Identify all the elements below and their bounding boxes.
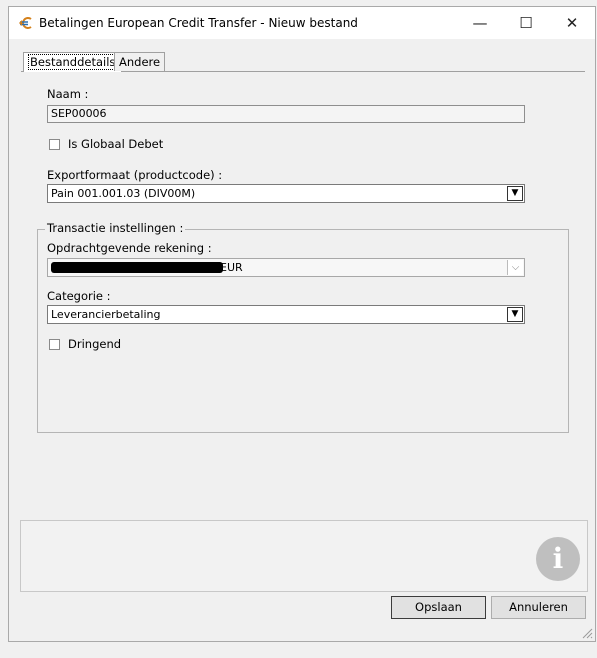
tab-bestanddetails[interactable]: Bestanddetails bbox=[23, 52, 123, 72]
global-debit-label: Is Globaal Debet bbox=[68, 137, 164, 151]
transaction-settings-title: Transactie instellingen : bbox=[45, 221, 186, 235]
minimize-button[interactable]: — bbox=[457, 7, 503, 39]
maximize-icon: ☐ bbox=[519, 14, 533, 32]
export-format-value: Pain 001.001.03 (DIV00M) bbox=[51, 187, 196, 200]
info-panel bbox=[20, 520, 588, 592]
category-select[interactable]: Leverancierbetaling ▼ bbox=[47, 305, 525, 324]
save-button[interactable]: Opslaan bbox=[391, 596, 486, 619]
urgent-checkbox[interactable] bbox=[49, 339, 60, 350]
export-format-label: Exportformaat (productcode) : bbox=[47, 168, 223, 182]
name-field[interactable]: SEP00006 bbox=[47, 105, 525, 123]
tab-andere[interactable]: Andere bbox=[114, 52, 166, 71]
tab-label: Bestanddetails bbox=[28, 54, 118, 70]
category-value: Leverancierbetaling bbox=[51, 308, 161, 321]
redacted-account-number bbox=[51, 262, 223, 273]
tab-label: Andere bbox=[119, 55, 161, 69]
chevron-down-icon[interactable]: ▼ bbox=[507, 307, 523, 322]
dialog-window: Betalingen European Credit Transfer - Ni… bbox=[8, 6, 596, 642]
name-label: Naam : bbox=[47, 87, 89, 101]
urgent-label: Dringend bbox=[68, 337, 122, 351]
export-format-select[interactable]: Pain 001.001.03 (DIV00M) ▼ bbox=[47, 184, 525, 203]
ordering-account-label: Opdrachtgevende rekening : bbox=[47, 241, 212, 255]
close-button[interactable]: ✕ bbox=[549, 7, 595, 39]
cancel-button[interactable]: Annuleren bbox=[491, 596, 586, 619]
chevron-down-icon[interactable]: ▼ bbox=[507, 186, 523, 201]
global-debit-checkbox[interactable] bbox=[49, 139, 60, 150]
title-bar[interactable]: Betalingen European Credit Transfer - Ni… bbox=[9, 7, 595, 39]
maximize-button[interactable]: ☐ bbox=[503, 7, 549, 39]
minimize-icon: — bbox=[472, 14, 488, 32]
window-title: Betalingen European Credit Transfer - Ni… bbox=[39, 16, 358, 30]
info-icon: i bbox=[536, 537, 580, 581]
resize-grip-icon[interactable] bbox=[581, 627, 593, 639]
close-icon: ✕ bbox=[565, 14, 579, 32]
chevron-down-icon[interactable]: ⌵ bbox=[507, 260, 523, 275]
category-label: Categorie : bbox=[47, 289, 111, 303]
ordering-account-currency: EUR bbox=[220, 261, 243, 274]
euro-arrow-icon bbox=[19, 17, 32, 29]
